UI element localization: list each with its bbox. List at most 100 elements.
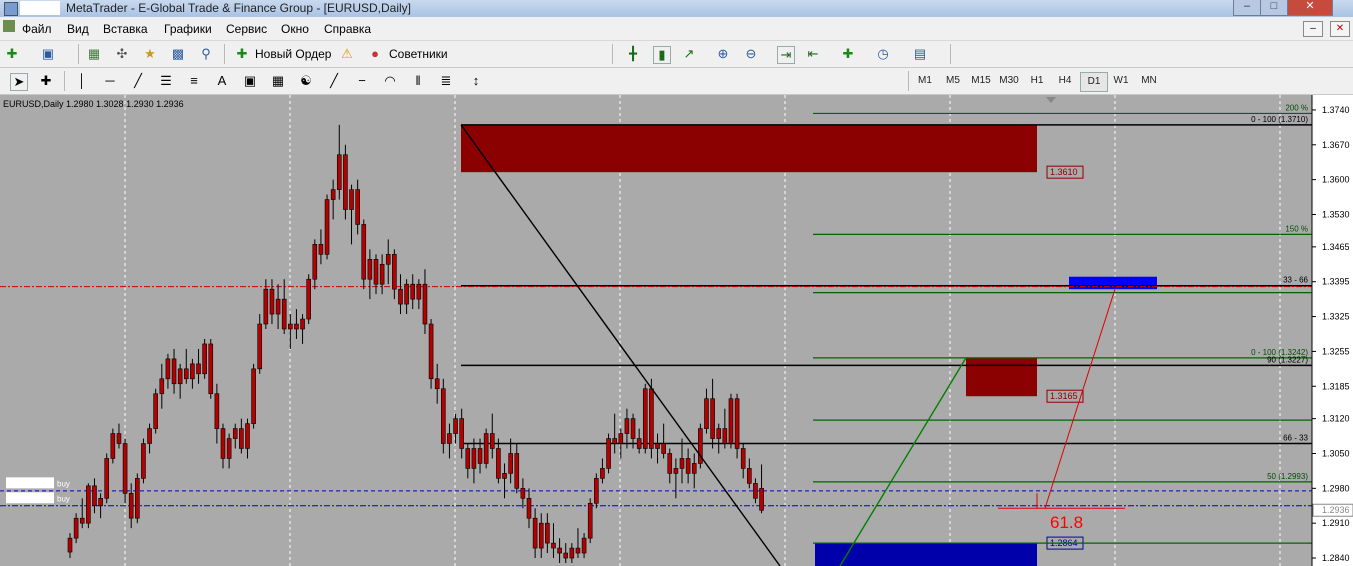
candle-body <box>171 358 177 385</box>
zoom-out-icon[interactable]: ⊖ <box>743 46 759 62</box>
new-order-button[interactable]: Новый Ордер <box>255 45 331 63</box>
tf-w1[interactable]: W1 <box>1108 72 1134 90</box>
trade-label: buy <box>57 494 70 503</box>
candle-body <box>245 423 250 449</box>
equidistant-channel-icon[interactable]: ☰ <box>158 73 174 89</box>
candle-body <box>361 224 367 280</box>
warning-icon[interactable]: ⚠ <box>339 46 355 62</box>
fibo-arcs-icon[interactable]: ◠ <box>382 73 398 89</box>
candle-body <box>716 428 722 439</box>
candle-body <box>642 388 648 449</box>
menu-charts[interactable]: Графики <box>164 22 212 36</box>
candle-body <box>502 473 507 479</box>
tf-m5[interactable]: M5 <box>940 72 966 90</box>
gann-fan-icon[interactable]: ╱ <box>326 73 342 89</box>
y-tick-label: 1.3670 <box>1322 140 1350 150</box>
candle-body <box>404 283 409 305</box>
candle-body <box>624 418 630 434</box>
tf-h1[interactable]: H1 <box>1024 72 1050 90</box>
candle-body <box>336 154 342 190</box>
trendline-icon[interactable]: ╱ <box>130 73 146 89</box>
zoom-in-icon[interactable]: ⊕ <box>715 46 731 62</box>
menu-window[interactable]: Окно <box>281 22 309 36</box>
tf-h4[interactable]: H4 <box>1052 72 1078 90</box>
candle-body <box>630 418 636 439</box>
candle-body <box>532 517 538 549</box>
candle-body <box>202 343 207 375</box>
candle-body <box>679 458 685 469</box>
mdi-minimize-icon[interactable]: – <box>1303 21 1323 37</box>
mdi-restore-icon[interactable]: ✕ <box>1330 21 1350 37</box>
tf-mn[interactable]: MN <box>1136 72 1162 90</box>
menu-view[interactable]: Вид <box>67 22 89 36</box>
templates-icon[interactable]: ▤ <box>912 46 928 62</box>
candle-body <box>355 189 360 225</box>
advisors-icon[interactable]: ● <box>367 46 383 62</box>
vertical-line-icon[interactable]: │ <box>74 73 90 89</box>
menu-service[interactable]: Сервис <box>226 22 267 36</box>
minimize-icon[interactable]: – <box>1233 0 1261 16</box>
chart-canvas[interactable]: 1.36101.31651.2864 200 %0 - 100 (1.3710)… <box>0 95 1353 566</box>
y-tick-label: 1.3185 <box>1322 381 1350 391</box>
gann-grid-icon[interactable]: ▦ <box>270 73 286 89</box>
crosshair-icon[interactable]: ✚ <box>38 73 54 89</box>
redacted-trade-box <box>6 492 54 504</box>
candle-body <box>496 448 501 479</box>
new-order-icon[interactable]: ✚ <box>234 46 250 62</box>
line-chart-icon[interactable]: ↗ <box>681 46 697 62</box>
new-chart-icon[interactable]: ✚ <box>4 46 20 62</box>
cursor-icon[interactable]: ➤ <box>10 73 28 91</box>
tf-m1[interactable]: M1 <box>912 72 938 90</box>
periods-icon[interactable]: ◷ <box>875 46 891 62</box>
candle-body <box>306 278 311 320</box>
candle-body <box>728 398 734 444</box>
market-watch-icon[interactable]: ▦ <box>86 46 102 62</box>
menu-help[interactable]: Справка <box>324 22 371 36</box>
candle-body <box>214 393 220 429</box>
navigator-icon[interactable]: ✣ <box>114 46 130 62</box>
andrews-pitchfork-icon[interactable]: ☯ <box>298 73 314 89</box>
menu-insert[interactable]: Вставка <box>103 22 148 36</box>
fibonacci-icon[interactable]: ≡ <box>186 73 202 89</box>
candle-body <box>612 438 617 444</box>
advisors-button[interactable]: Советники <box>389 45 448 63</box>
fibo-expansion-icon[interactable]: ≣ <box>438 73 454 89</box>
candle-body <box>373 259 379 285</box>
zone-rect <box>1069 276 1157 290</box>
tf-m30[interactable]: M30 <box>996 72 1022 90</box>
text-label-icon[interactable]: ▣ <box>242 73 258 89</box>
candle-body <box>753 483 758 499</box>
tf-d1[interactable]: D1 <box>1080 72 1108 92</box>
price-chart[interactable]: 1.3610 1.3165 1.2864 200 % 0 - 100 (1.3710)… <box>0 95 1353 566</box>
indicators-icon[interactable]: ✚ <box>840 46 856 62</box>
fibo-time-zones-icon[interactable]: ‖ <box>410 73 426 89</box>
profiles-icon[interactable]: ▣ <box>40 46 56 62</box>
close-icon[interactable]: ✕ <box>1287 0 1333 16</box>
candle-body <box>147 428 152 444</box>
data-window-icon[interactable]: ★ <box>142 46 158 62</box>
fibo-fan-icon[interactable]: − <box>354 73 370 89</box>
standard-toolbar: ✚ ▣ ▦ ✣ ★ ▩ ⚲ ✚ Новый Ордер ⚠ ● Советник… <box>0 41 1353 68</box>
candle-body <box>73 517 79 539</box>
candle-body <box>330 189 336 200</box>
toolbar-separator <box>612 44 613 64</box>
maximize-icon[interactable]: □ <box>1260 0 1288 16</box>
candlestick-chart-icon[interactable]: ▮ <box>653 46 671 64</box>
candle-body <box>538 522 544 549</box>
candle-body <box>710 398 715 439</box>
candle-body <box>116 433 122 444</box>
arrows-icon[interactable]: ↕ <box>468 73 484 89</box>
bar-chart-icon[interactable]: ╋ <box>625 46 641 62</box>
terminal-icon[interactable]: ▩ <box>170 46 186 62</box>
candle-body <box>667 453 673 474</box>
candle-body <box>508 453 513 474</box>
chart-shift-icon[interactable]: ⇤ <box>805 46 821 62</box>
text-icon[interactable]: A <box>214 73 230 89</box>
auto-scroll-icon[interactable]: ⇥ <box>777 46 795 64</box>
candle-body <box>385 254 391 265</box>
y-tick-label: 1.3395 <box>1322 277 1350 287</box>
tf-m15[interactable]: M15 <box>968 72 994 90</box>
menu-file[interactable]: Файл <box>22 22 52 36</box>
strategy-tester-icon[interactable]: ⚲ <box>198 46 214 62</box>
horizontal-line-icon[interactable]: ─ <box>102 73 118 89</box>
